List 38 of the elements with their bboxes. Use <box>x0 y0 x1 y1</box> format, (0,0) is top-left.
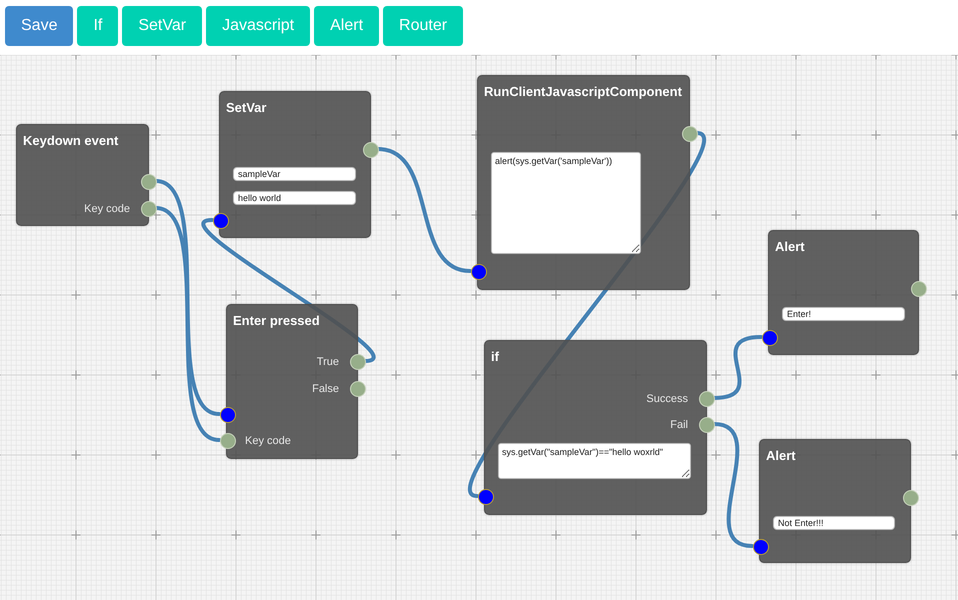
input-port[interactable] <box>220 407 236 423</box>
node-title: if <box>491 349 499 364</box>
port-label: True <box>316 355 339 369</box>
node-title: Alert <box>766 448 796 463</box>
code-textarea[interactable]: sys.getVar("sampleVar")=="hello woxrld" <box>498 443 691 479</box>
output-port[interactable] <box>699 391 715 407</box>
node-title: Keydown event <box>23 133 118 148</box>
text-field[interactable]: sampleVar <box>233 167 356 181</box>
port-label: Key code <box>84 202 130 216</box>
output-port[interactable] <box>903 490 919 506</box>
output-port[interactable] <box>682 126 698 142</box>
code-textarea[interactable]: alert(sys.getVar('sampleVar')) <box>491 152 641 254</box>
input-port[interactable] <box>213 213 229 229</box>
node-title: Alert <box>775 239 805 254</box>
text-field[interactable]: Not Enter!!! <box>773 516 895 530</box>
node-title: SetVar <box>226 100 266 115</box>
input-port[interactable] <box>471 264 487 280</box>
input-port[interactable] <box>478 489 494 505</box>
text-field[interactable]: hello world <box>233 191 356 205</box>
toolbar-button[interactable]: Save <box>5 6 74 46</box>
port-label: Fail <box>670 418 688 432</box>
text-field[interactable]: Enter! <box>782 307 905 321</box>
input-port[interactable] <box>220 433 236 449</box>
output-port[interactable] <box>699 417 715 433</box>
output-port[interactable] <box>363 142 379 158</box>
output-port[interactable] <box>350 354 366 370</box>
port-label: Key code <box>245 434 291 448</box>
input-port[interactable] <box>762 330 778 346</box>
output-port[interactable] <box>141 201 157 217</box>
output-port[interactable] <box>141 174 157 190</box>
port-label: False <box>312 382 339 396</box>
output-port[interactable] <box>350 381 366 397</box>
node-title: Enter pressed <box>233 313 320 328</box>
input-port[interactable] <box>753 539 769 555</box>
connection-wire <box>712 335 763 400</box>
output-port[interactable] <box>911 281 927 297</box>
node-title: RunClientJavascriptComponent <box>484 84 682 99</box>
port-label: Success <box>646 392 688 406</box>
